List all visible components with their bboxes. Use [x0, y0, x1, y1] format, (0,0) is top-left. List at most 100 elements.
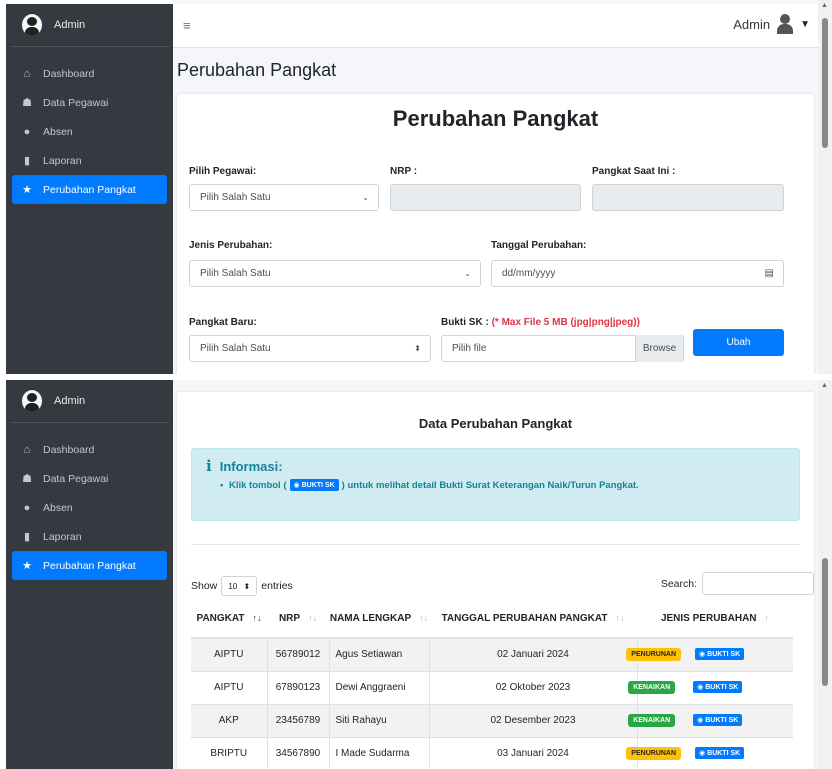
- cell-tanggal: 03 Januari 2024: [497, 748, 569, 760]
- menu-toggle-icon[interactable]: ≡: [183, 18, 191, 33]
- scroll-thumb[interactable]: [822, 558, 828, 686]
- table-row: AIPTU 56789012 Agus Setiawan 02 Januari …: [191, 637, 793, 671]
- admin-avatar-icon: [22, 14, 42, 36]
- sidebar-item-label: Absen: [43, 501, 73, 514]
- sidebar-item-data-pegawai[interactable]: ☗ Data Pegawai: [12, 88, 167, 117]
- cell-jenis: PENURUNAN ◉ BUKTI SK: [626, 637, 793, 671]
- home-icon: ⌂: [23, 443, 31, 456]
- brand-name: Admin: [54, 19, 86, 31]
- sidebar-item-absen[interactable]: ● Absen: [12, 493, 167, 522]
- sidebar-brand[interactable]: Admin: [10, 380, 169, 423]
- bukti-sk-button[interactable]: ◉ BUKTI SK: [693, 714, 743, 726]
- info-prefix: Klik tombol (: [228, 479, 287, 491]
- pangkat-baru-select[interactable]: Pilih Salah Satu ⬍: [189, 335, 431, 362]
- sidebar-item-perubahan-pangkat[interactable]: ★ Perubahan Pangkat: [12, 551, 167, 580]
- info-alert: i Informasi: • Klik tombol ( ◉ BUKTI SK )…: [191, 448, 800, 521]
- user-name: Admin: [733, 16, 771, 32]
- sidebar-item-laporan[interactable]: ▮ Laporan: [12, 146, 167, 175]
- screenshot-table: Admin ⌂ Dashboard ☗ Data Pegawai ● Absen ▮ L…: [0, 380, 832, 769]
- sidebar: Admin ⌂ Dashboard ☗ Data Pegawai ● Absen ▮ L…: [6, 380, 173, 769]
- info-text: • Klik tombol ( ◉ BUKTI SK ) untuk meliha…: [220, 479, 639, 491]
- column-jenis-perubahan[interactable]: JENIS PERUBAHAN ↑: [637, 600, 793, 639]
- eye-icon: ◉: [699, 651, 706, 659]
- button-label: BUKTI SK: [707, 749, 741, 757]
- sidebar-item-dashboard[interactable]: ⌂ Dashboard: [12, 59, 167, 88]
- column-tanggal[interactable]: TANGGAL PERUBAHAN PANGKAT ↑↓: [429, 600, 637, 639]
- sidebar-brand[interactable]: Admin: [10, 4, 169, 47]
- page-scrollbar[interactable]: ▲: [818, 0, 832, 374]
- ubah-button[interactable]: Ubah: [693, 329, 784, 356]
- star-icon: ★: [22, 560, 32, 572]
- info-icon: i: [206, 457, 212, 475]
- entries-select[interactable]: 10 ⬍: [221, 576, 258, 596]
- bukti-sk-file-input[interactable]: Pilih file Browse: [441, 335, 684, 362]
- eye-icon: ◉: [699, 750, 706, 758]
- scroll-up-icon[interactable]: ▲: [821, 382, 828, 389]
- tanggal-perubahan-label: Tanggal Perubahan:: [491, 240, 587, 251]
- table-row: BRIPTU 34567890 I Made Sudarma 03 Januar…: [191, 736, 793, 769]
- sidebar-item-label: Perubahan Pangkat: [43, 183, 136, 196]
- cell-tanggal-jenis: 03 Januari 2024: [429, 736, 638, 769]
- cell-tanggal: 02 Oktober 2023: [495, 682, 571, 693]
- search-input[interactable]: [702, 572, 814, 595]
- column-label: JENIS PERUBAHAN: [660, 613, 757, 624]
- jenis-perubahan-label: Jenis Perubahan:: [189, 240, 273, 251]
- sort-icon: ↑↓: [419, 613, 429, 623]
- entries-label: entries: [261, 580, 293, 592]
- user-menu[interactable]: Admin ▼: [733, 14, 810, 34]
- eye-icon: ◉: [697, 684, 704, 691]
- users-icon: ☗: [22, 473, 32, 485]
- select-value: Pilih Salah Satu: [200, 192, 271, 203]
- entries-value: 10: [228, 581, 238, 591]
- browse-button[interactable]: Browse: [635, 335, 683, 362]
- sidebar-item-laporan[interactable]: ▮ Laporan: [12, 522, 167, 551]
- sidebar-item-label: Dashboard: [43, 443, 95, 456]
- cell-nrp: 56789012: [267, 637, 330, 671]
- button-label: BUKTI SK: [705, 716, 739, 724]
- sidebar-item-absen[interactable]: ● Absen: [12, 117, 167, 146]
- info-suffix: ) untuk melihat detail Bukti Surat Keter…: [341, 479, 639, 491]
- date-placeholder: dd/mm/yyyy: [502, 268, 556, 279]
- page-scrollbar[interactable]: ▲: [818, 380, 832, 769]
- pilih-pegawai-select[interactable]: Pilih Salah Satu ⌄: [189, 184, 379, 211]
- column-nrp[interactable]: NRP ↑↓: [267, 600, 329, 639]
- sidebar-item-label: Data Pegawai: [43, 472, 109, 485]
- nrp-label: NRP :: [390, 166, 418, 177]
- button-label: BUKTI SK: [705, 683, 739, 691]
- file-icon: ▮: [23, 155, 31, 167]
- sidebar-item-label: Absen: [43, 125, 73, 138]
- cell-nrp: 34567890: [267, 736, 330, 769]
- cell-tanggal-jenis: 02 Desember 2023: [429, 703, 638, 737]
- chevron-down-icon: ▼: [800, 18, 810, 30]
- sidebar-item-dashboard[interactable]: ⌂ Dashboard: [12, 435, 167, 464]
- column-pangkat[interactable]: PANGKAT ↑↓: [191, 600, 267, 639]
- sort-icon: ↑: [764, 613, 770, 623]
- main-content: Data Perubahan Pangkat i Informasi: • Kl…: [173, 380, 832, 769]
- show-entries: Show 10 ⬍ entries: [191, 576, 293, 596]
- nrp-field: [390, 184, 581, 211]
- sidebar-item-data-pegawai[interactable]: ☗ Data Pegawai: [12, 464, 167, 493]
- bukti-sk-button[interactable]: ◉ BUKTI SK: [695, 648, 745, 661]
- data-title: Data Perubahan Pangkat: [418, 416, 573, 431]
- bukti-sk-button[interactable]: ◉ BUKTI SK: [695, 747, 745, 760]
- bukti-sk-label: Bukti SK : (* Max File 5 MB (jpg|png|jpe…: [441, 317, 640, 328]
- admin-avatar-icon: [22, 390, 42, 412]
- data-table: PANGKAT ↑↓ NRP ↑↓ NAMA LENGKAP ↑↓ TANGGAL P…: [191, 600, 793, 769]
- select-value: Pilih Salah Satu: [200, 343, 271, 354]
- tanggal-perubahan-input[interactable]: dd/mm/yyyy ▤: [491, 260, 784, 287]
- scroll-thumb[interactable]: [822, 18, 828, 148]
- calendar-icon[interactable]: ▤: [765, 268, 774, 279]
- brand-name: Admin: [54, 395, 86, 407]
- file-icon: ▮: [23, 531, 31, 543]
- column-nama-lengkap[interactable]: NAMA LENGKAP ↑↓: [329, 600, 429, 639]
- table-row: AKP 23456789 Siti Rahayu 02 Desember 202…: [191, 703, 793, 737]
- bukti-sk-button[interactable]: ◉ BUKTI SK: [693, 681, 743, 693]
- sidebar: Admin ⌂ Dashboard ☗ Data Pegawai ● Absen ▮ L…: [6, 4, 173, 374]
- sidebar-item-perubahan-pangkat[interactable]: ★ Perubahan Pangkat: [12, 175, 167, 204]
- home-icon: ⌂: [23, 67, 31, 80]
- jenis-perubahan-select[interactable]: Pilih Salah Satu ⌄: [189, 260, 481, 287]
- scroll-up-icon[interactable]: ▲: [821, 2, 828, 9]
- eye-icon: ◉: [293, 482, 300, 489]
- info-title: i Informasi:: [206, 457, 283, 475]
- cell-pangkat: AIPTU: [191, 637, 268, 671]
